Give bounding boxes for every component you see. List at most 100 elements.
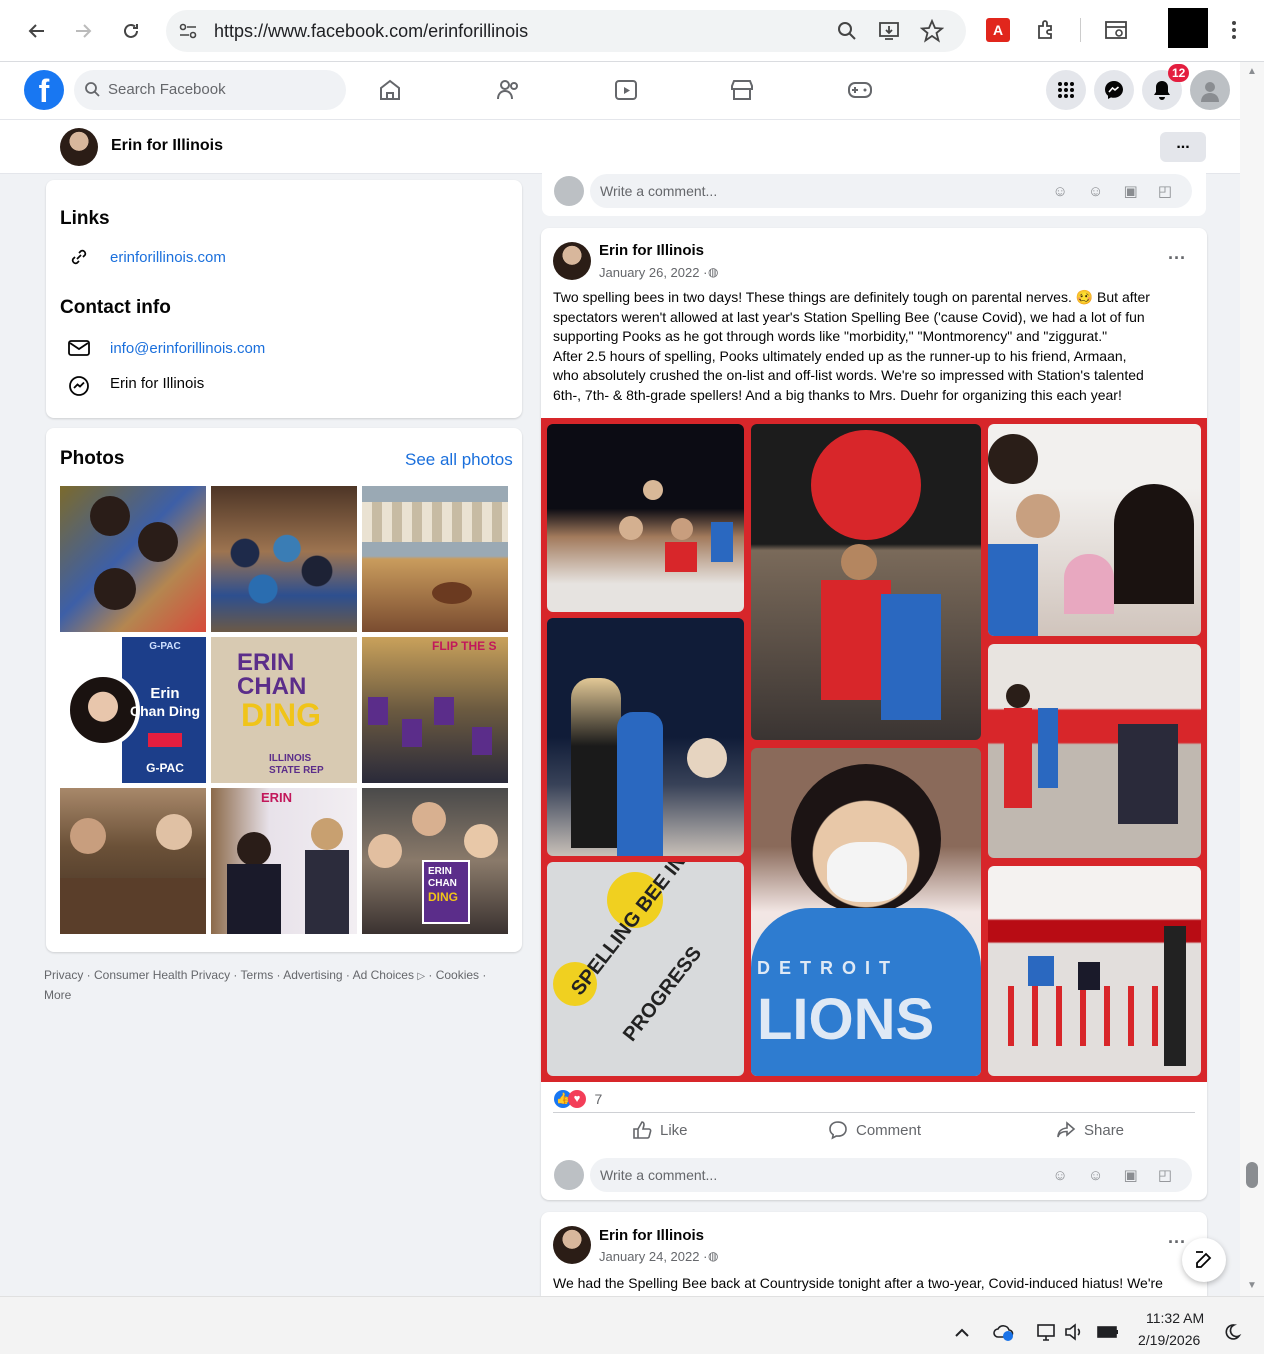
install-icon[interactable] [878,20,900,47]
url-text[interactable]: https://www.facebook.com/erinforillinois [214,21,528,42]
collage-photo[interactable] [547,424,744,612]
comment-button[interactable]: Comment [828,1118,921,1142]
page-name[interactable]: Erin for Illinois [111,137,223,155]
photo-thumbnail[interactable] [362,486,508,632]
reload-icon[interactable] [116,16,146,46]
footer-link-privacy[interactable]: Privacy [44,968,83,982]
post-more-icon[interactable]: ··· [1168,248,1186,269]
collage-photo[interactable] [988,866,1201,1076]
footer-link-more[interactable]: More [44,988,71,1002]
share-button[interactable]: Share [1056,1118,1124,1142]
photo-thumbnail[interactable] [60,788,206,934]
forward-icon[interactable] [68,16,98,46]
post-author-name[interactable]: Erin for Illinois [599,242,704,259]
page-avatar[interactable] [60,128,98,166]
marketplace-icon[interactable] [728,76,756,104]
reaction-count[interactable]: 7 [594,1091,602,1107]
taskbar-date[interactable]: 2/19/2026 [1138,1332,1200,1348]
photo-thumbnail[interactable]: ERIN CHAN DING [362,788,508,934]
footer-link-advertising[interactable]: Advertising [283,968,342,982]
search-input[interactable]: Search Facebook [74,70,346,110]
photo-text: Chan Ding [130,703,200,719]
photo-thumbnail[interactable]: ERIN [211,788,357,934]
scroll-up-icon[interactable]: ▲ [1247,66,1257,77]
cloud-sync-icon[interactable] [992,1320,1016,1344]
collage-photo[interactable] [751,424,981,740]
reading-mode-icon[interactable] [1102,16,1130,44]
scroll-down-icon[interactable]: ▼ [1247,1280,1257,1291]
email-link[interactable]: info@erinforillinois.com [110,340,265,357]
messenger-icon[interactable] [1094,70,1134,110]
comment-icon [829,1121,847,1140]
facebook-logo-icon[interactable]: f [24,70,64,110]
new-message-button[interactable] [1182,1238,1226,1282]
friends-icon[interactable] [494,76,522,104]
video-icon[interactable] [612,76,640,104]
extensions-icon[interactable] [1032,16,1060,44]
share-label[interactable]: Share [1084,1122,1124,1139]
post-date[interactable]: January 26, 2022 · [599,265,707,280]
network-icon[interactable] [1034,1320,1058,1344]
comment-placeholder[interactable]: Write a comment... [600,183,717,199]
taskbar-time[interactable]: 11:32 AM [1146,1310,1204,1326]
photo-thumbnail[interactable]: G-PAC Erin Chan Ding G-PAC [60,637,206,783]
gaming-icon[interactable] [846,76,874,104]
post-author-avatar[interactable] [553,242,591,280]
photo-text: CHAN [428,878,457,889]
website-link[interactable]: erinforillinois.com [110,249,226,266]
account-avatar[interactable] [1190,70,1230,110]
post-author-avatar[interactable] [553,1226,591,1264]
notification-center-icon[interactable] [1220,1320,1244,1344]
collage-photo[interactable] [988,644,1201,858]
collage-photo[interactable]: D E T R O I T LIONS [751,748,981,1076]
profile-avatar[interactable] [1168,8,1208,48]
like-label[interactable]: Like [660,1122,688,1139]
battery-icon[interactable] [1096,1320,1120,1344]
reaction-summary[interactable]: 👍 ♥ 7 [554,1090,602,1108]
photo-thumbnail[interactable] [211,486,357,632]
post-photo-collage[interactable]: SPELLING BEE IN PROGRESS D E T R O I T L… [541,418,1207,1082]
post-body: Two spelling bees in two days! These thi… [553,288,1203,405]
post-text-line: who absolutely crushed the on-list and o… [553,367,1144,383]
comment-placeholder[interactable]: Write a comment... [600,1167,717,1183]
messenger-contact[interactable]: Erin for Illinois [110,375,204,392]
collage-photo[interactable] [988,424,1201,636]
site-info-icon[interactable] [178,21,198,46]
photo-thumbnail[interactable]: ERIN CHAN DING ILLINOIS STATE REP [211,637,357,783]
scrollbar-track[interactable] [1240,62,1264,1296]
photo-thumbnail[interactable] [60,486,206,632]
commenter-avatar [554,176,584,206]
comment-tools-icons[interactable]: ☺ ☺ ▣ ◰ [1053,1166,1180,1184]
collage-photo[interactable]: SPELLING BEE IN PROGRESS [547,862,744,1076]
photo-thumbnail[interactable]: FLIP THE S [362,637,508,783]
footer-link-terms[interactable]: Terms [241,968,274,982]
address-bar[interactable]: https://www.facebook.com/erinforillinois [166,10,966,52]
comment-composer: Write a comment... ☺ ☺ ▣ ◰ [542,1154,1206,1200]
volume-icon[interactable] [1062,1320,1086,1344]
like-icon [633,1121,652,1139]
back-icon[interactable] [22,16,52,46]
pdf-icon[interactable]: A [984,16,1012,44]
ad-choices-icon: ▷ [417,971,426,982]
post-author-name[interactable]: Erin for Illinois [599,1227,704,1244]
home-icon[interactable] [376,76,404,104]
comment-input[interactable]: Write a comment... ☺ ☺ ▣ ◰ [590,174,1192,208]
zoom-icon[interactable] [836,20,858,47]
star-icon[interactable] [919,18,945,48]
search-placeholder[interactable]: Search Facebook [108,81,226,98]
comment-tools-icons[interactable]: ☺ ☺ ▣ ◰ [1053,182,1180,200]
footer-link-cookies[interactable]: Cookies [436,968,479,982]
menu-icon[interactable] [1220,16,1248,44]
scrollbar-thumb[interactable] [1246,1162,1258,1188]
show-hidden-icons-icon[interactable] [950,1320,974,1344]
comment-input[interactable]: Write a comment... ☺ ☺ ▣ ◰ [590,1158,1192,1192]
footer-link-ad-choices[interactable]: Ad Choices [353,968,414,982]
like-button[interactable]: Like [632,1118,688,1142]
collage-photo[interactable] [547,618,744,856]
footer-link-consumer-health[interactable]: Consumer Health Privacy [94,968,230,982]
comment-label[interactable]: Comment [856,1122,921,1139]
post-date[interactable]: January 24, 2022 · [599,1249,707,1264]
page-more-button[interactable]: ... [1160,132,1206,162]
apps-menu-icon[interactable] [1046,70,1086,110]
see-all-photos-link[interactable]: See all photos [405,450,513,470]
